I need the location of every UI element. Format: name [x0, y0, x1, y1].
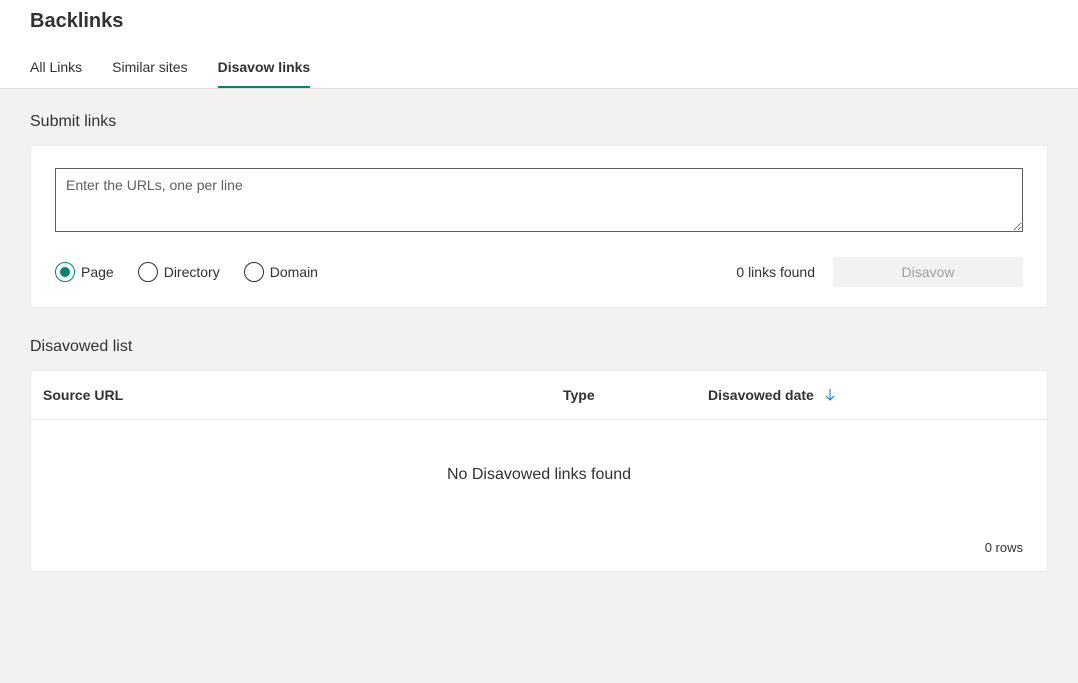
tab-label: All Links — [30, 59, 82, 75]
column-source-url[interactable]: Source URL — [43, 387, 563, 403]
header-region: Backlinks All Links Similar sites Disavo… — [0, 0, 1078, 89]
radio-icon — [55, 262, 75, 282]
arrow-down-icon — [824, 388, 836, 402]
tab-similar-sites[interactable]: Similar sites — [112, 51, 187, 88]
rows-count: 0 rows — [31, 530, 1047, 571]
url-input[interactable] — [55, 168, 1023, 232]
tab-all-links[interactable]: All Links — [30, 51, 82, 88]
radio-icon — [244, 262, 264, 282]
right-controls: 0 links found Disavow — [736, 257, 1023, 287]
tabs: All Links Similar sites Disavow links — [30, 51, 1048, 88]
links-found-text: 0 links found — [736, 264, 815, 280]
radio-directory[interactable]: Directory — [138, 262, 220, 282]
radio-label: Directory — [164, 264, 220, 280]
radio-group: Page Directory Domain — [55, 262, 318, 282]
column-type[interactable]: Type — [563, 387, 708, 403]
page-title: Backlinks — [30, 10, 1048, 33]
radio-domain[interactable]: Domain — [244, 262, 318, 282]
tab-label: Disavow links — [218, 59, 311, 75]
radio-page[interactable]: Page — [55, 262, 114, 282]
content-region: Submit links Page Directory Domain — [0, 89, 1078, 683]
controls-row: Page Directory Domain 0 links found Disa… — [55, 257, 1023, 287]
radio-label: Page — [81, 264, 114, 280]
column-date-label: Disavowed date — [708, 387, 814, 403]
disavowed-list-title: Disavowed list — [30, 338, 1048, 356]
radio-label: Domain — [270, 264, 318, 280]
table-header: Source URL Type Disavowed date — [31, 371, 1047, 420]
disavow-button[interactable]: Disavow — [833, 257, 1023, 287]
column-disavowed-date[interactable]: Disavowed date — [708, 387, 1035, 403]
radio-icon — [138, 262, 158, 282]
tab-label: Similar sites — [112, 59, 187, 75]
submit-links-title: Submit links — [30, 113, 1048, 131]
submit-panel: Page Directory Domain 0 links found Disa… — [30, 145, 1048, 308]
disavowed-panel: Source URL Type Disavowed date No Disavo… — [30, 370, 1048, 572]
tab-disavow-links[interactable]: Disavow links — [218, 51, 311, 88]
empty-state-message: No Disavowed links found — [31, 420, 1047, 530]
